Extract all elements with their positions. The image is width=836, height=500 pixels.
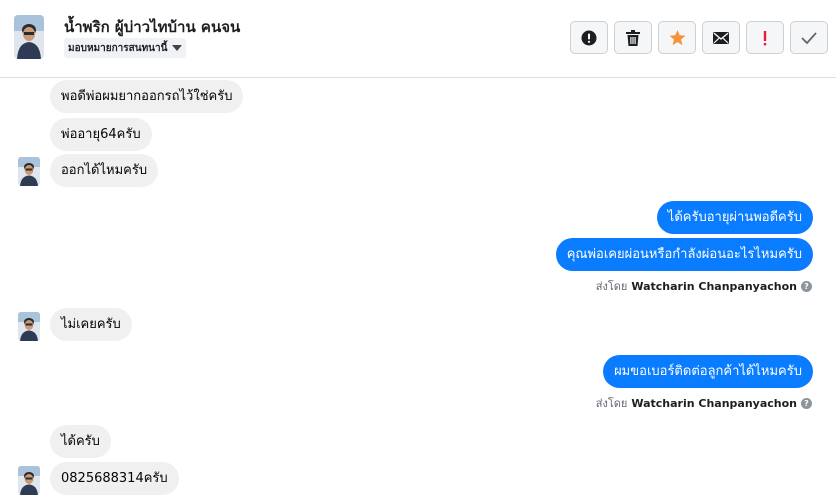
mark-unread-button[interactable]: [702, 21, 740, 54]
trash-icon: [626, 29, 640, 46]
help-icon[interactable]: ?: [801, 280, 812, 292]
sender-name[interactable]: Watcharin Chanpanyachon: [631, 280, 797, 293]
conversation-header: น้ำพริก ผู้บ่าวไทบ้าน คนจน มอบหมายการสนท…: [0, 0, 836, 78]
caret-down-icon: [172, 45, 183, 51]
assign-conversation-dropdown[interactable]: มอบหมายการสนทนานี้: [64, 38, 187, 58]
outgoing-message[interactable]: ได้ครับอายุผ่านพอดีครับ: [656, 201, 813, 234]
sent-by-prefix: ส่งโดย: [595, 397, 628, 410]
exclamation-icon: [763, 30, 767, 45]
message-thread[interactable]: พอดีพ่อผมยากออกรถไว้ใช่ครับ พ่ออายุ64ครั…: [0, 79, 836, 500]
incoming-message[interactable]: พอดีพ่อผมยากออกรถไว้ใช่ครับ: [50, 80, 244, 113]
incoming-message[interactable]: 0825688314ครับ: [50, 462, 179, 495]
sender-name[interactable]: Watcharin Chanpanyachon: [631, 397, 797, 410]
mark-done-button[interactable]: [790, 21, 828, 54]
incoming-message[interactable]: ได้ครับ: [50, 425, 111, 458]
action-toolbar: [570, 21, 828, 54]
mail-icon: [713, 31, 729, 44]
incoming-message[interactable]: ออกได้ไหมครับ: [50, 154, 159, 187]
sent-by-label: ส่งโดย Watcharin Chanpanyachon ?: [596, 277, 812, 295]
contact-avatar[interactable]: [14, 15, 44, 59]
outgoing-message[interactable]: คุณพ่อเคยผ่อนหรือกำลังผ่อนอะไรไหมครับ: [555, 238, 813, 271]
contact-avatar-small[interactable]: [18, 157, 40, 186]
sent-by-prefix: ส่งโดย: [595, 280, 628, 293]
mark-spam-button[interactable]: [570, 21, 608, 54]
star-icon: [669, 29, 685, 45]
incoming-message[interactable]: ไม่เคยครับ: [50, 308, 132, 341]
star-button[interactable]: [658, 21, 696, 54]
follow-up-button[interactable]: [746, 21, 784, 54]
contact-avatar-small[interactable]: [18, 312, 40, 341]
delete-button[interactable]: [614, 21, 652, 54]
alert-circle-icon: [581, 30, 597, 45]
incoming-message[interactable]: พ่ออายุ64ครับ: [50, 118, 152, 151]
contact-name: น้ำพริก ผู้บ่าวไทบ้าน คนจน: [64, 18, 241, 36]
assign-label: มอบหมายการสนทนานี้: [68, 42, 168, 54]
sent-by-label: ส่งโดย Watcharin Chanpanyachon ?: [596, 394, 812, 412]
help-icon[interactable]: ?: [801, 397, 812, 409]
contact-avatar-small[interactable]: [18, 466, 40, 495]
outgoing-message[interactable]: ผมขอเบอร์ติดต่อลูกค้าได้ไหมครับ: [603, 355, 813, 388]
check-icon: [801, 31, 817, 44]
